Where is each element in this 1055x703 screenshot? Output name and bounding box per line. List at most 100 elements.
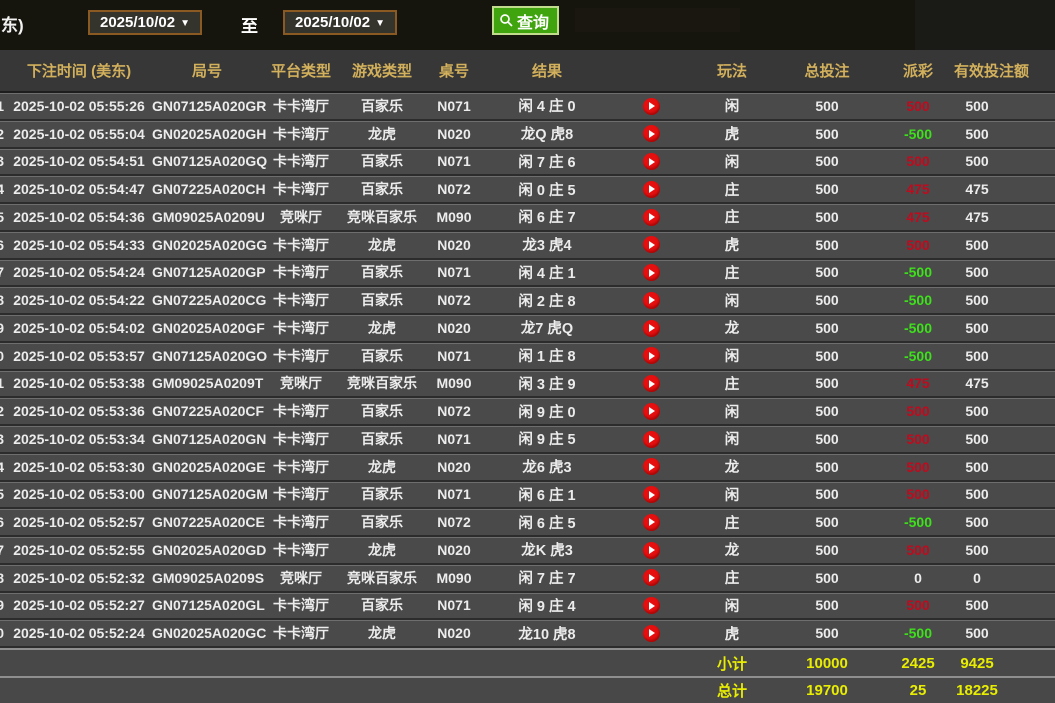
replay-icon[interactable]: [643, 625, 660, 642]
replay-icon[interactable]: [643, 292, 660, 309]
total-bet: 500: [772, 209, 882, 225]
play-type: 庄: [692, 262, 772, 283]
bet-records-table: 下注时间 (美东)局号平台类型游戏类型桌号结果玩法总投注派彩有效投注额 1202…: [0, 50, 1055, 703]
play-type: 闲: [692, 428, 772, 449]
replay-icon[interactable]: [643, 181, 660, 198]
result: 闲 4 庄 1: [484, 262, 610, 283]
total-bet: 500: [772, 459, 882, 475]
total-bet: 500: [772, 625, 882, 641]
result: 龙Q 虎8: [484, 123, 610, 144]
result: 龙7 虎Q: [484, 317, 610, 338]
payout: -500: [882, 625, 954, 641]
replay-icon[interactable]: [643, 209, 660, 226]
platform-type: 卡卡湾厅: [262, 457, 340, 477]
replay-cell: [610, 153, 692, 171]
query-button[interactable]: 查询: [492, 6, 559, 35]
platform-type: 竞咪厅: [262, 568, 340, 588]
round-id: GN02025A020GH: [152, 126, 262, 142]
replay-icon[interactable]: [643, 486, 660, 503]
result: 龙K 虎3: [484, 539, 610, 560]
replay-icon[interactable]: [643, 431, 660, 448]
replay-icon[interactable]: [643, 514, 660, 531]
table-row: 12025-10-02 05:55:26GN07125A020GR卡卡湾厅百家乐…: [0, 93, 1055, 121]
date-from-select[interactable]: 2025/10/02 ▼: [88, 10, 202, 35]
table-number: N071: [424, 597, 484, 613]
clipped-timezone-label: 东): [1, 11, 24, 36]
game-type: 竞咪百家乐: [340, 207, 424, 227]
result: 闲 7 庄 6: [484, 151, 610, 172]
table-row: 142025-10-02 05:53:30GN02025A020GE卡卡湾厅龙虎…: [0, 454, 1055, 482]
result: 龙6 虎3: [484, 456, 610, 477]
round-id: GN02025A020GD: [152, 542, 262, 558]
replay-cell: [610, 569, 692, 587]
payout: 500: [882, 153, 954, 169]
total-bet: 500: [772, 486, 882, 502]
replay-icon[interactable]: [643, 347, 660, 364]
column-header: 有效投注额: [954, 60, 1055, 81]
replay-icon[interactable]: [643, 542, 660, 559]
round-id: GN07225A020CG: [152, 292, 262, 308]
table-row: 22025-10-02 05:55:04GN02025A020GH卡卡湾厅龙虎N…: [0, 121, 1055, 149]
replay-icon[interactable]: [643, 375, 660, 392]
table-row: 192025-10-02 05:52:27GN07125A020GL卡卡湾厅百家…: [0, 593, 1055, 621]
column-header: 平台类型: [262, 60, 340, 81]
replay-cell: [610, 319, 692, 337]
replay-icon[interactable]: [643, 597, 660, 614]
payout: 500: [882, 542, 954, 558]
caret-down-icon: ▼: [375, 17, 385, 29]
play-type: 闲: [692, 595, 772, 616]
table-number: N072: [424, 292, 484, 308]
platform-type: 卡卡湾厅: [262, 151, 340, 171]
total-bet: 500: [772, 514, 882, 530]
result: 闲 3 庄 9: [484, 373, 610, 394]
replay-icon[interactable]: [643, 236, 660, 253]
platform-type: 卡卡湾厅: [262, 429, 340, 449]
replay-cell: [610, 291, 692, 309]
result: 闲 6 庄 5: [484, 512, 610, 533]
replay-icon[interactable]: [643, 403, 660, 420]
result: 闲 6 庄 1: [484, 484, 610, 505]
payout: 475: [882, 209, 954, 225]
subtotal-total-bet: 10000: [772, 655, 882, 672]
replay-icon[interactable]: [643, 125, 660, 142]
table-row: 202025-10-02 05:52:24GN02025A020GC卡卡湾厅龙虎…: [0, 620, 1055, 648]
replay-icon[interactable]: [643, 458, 660, 475]
payout: -500: [882, 348, 954, 364]
replay-icon[interactable]: [643, 569, 660, 586]
replay-icon[interactable]: [643, 264, 660, 281]
game-type: 龙虎: [340, 623, 424, 643]
bet-time: 2025-10-02 05:52:24: [6, 625, 152, 641]
bet-time: 2025-10-02 05:52:57: [6, 514, 152, 530]
result: 闲 2 庄 8: [484, 290, 610, 311]
valid-bet: 500: [954, 597, 1055, 613]
dimmed-background-panel: [915, 0, 1055, 50]
column-header: 派彩: [882, 60, 954, 81]
round-id: GN02025A020GF: [152, 320, 262, 336]
date-to-select[interactable]: 2025/10/02 ▼: [283, 10, 397, 35]
result: 闲 1 庄 8: [484, 345, 610, 366]
platform-type: 卡卡湾厅: [262, 124, 340, 144]
bet-time: 2025-10-02 05:54:51: [6, 153, 152, 169]
payout: 475: [882, 375, 954, 391]
play-type: 闲: [692, 151, 772, 172]
round-id: GN07125A020GM: [152, 486, 262, 502]
total-bet: 500: [772, 126, 882, 142]
table-row: 62025-10-02 05:54:33GN02025A020GG卡卡湾厅龙虎N…: [0, 232, 1055, 260]
date-to-value: 2025/10/02: [295, 14, 370, 31]
payout: -500: [882, 320, 954, 336]
bet-time: 2025-10-02 05:54:24: [6, 264, 152, 280]
result: 闲 7 庄 7: [484, 567, 610, 588]
total-bet: 500: [772, 403, 882, 419]
bet-time: 2025-10-02 05:54:33: [6, 237, 152, 253]
replay-cell: [610, 208, 692, 226]
replay-cell: [610, 541, 692, 559]
replay-icon[interactable]: [643, 153, 660, 170]
platform-type: 竞咪厅: [262, 373, 340, 393]
play-type: 闲: [692, 401, 772, 422]
replay-icon[interactable]: [643, 98, 660, 115]
play-type: 庄: [692, 179, 772, 200]
valid-bet: 475: [954, 375, 1055, 391]
total-payout: 25: [882, 682, 954, 699]
bet-time: 2025-10-02 05:53:00: [6, 486, 152, 502]
replay-icon[interactable]: [643, 320, 660, 337]
